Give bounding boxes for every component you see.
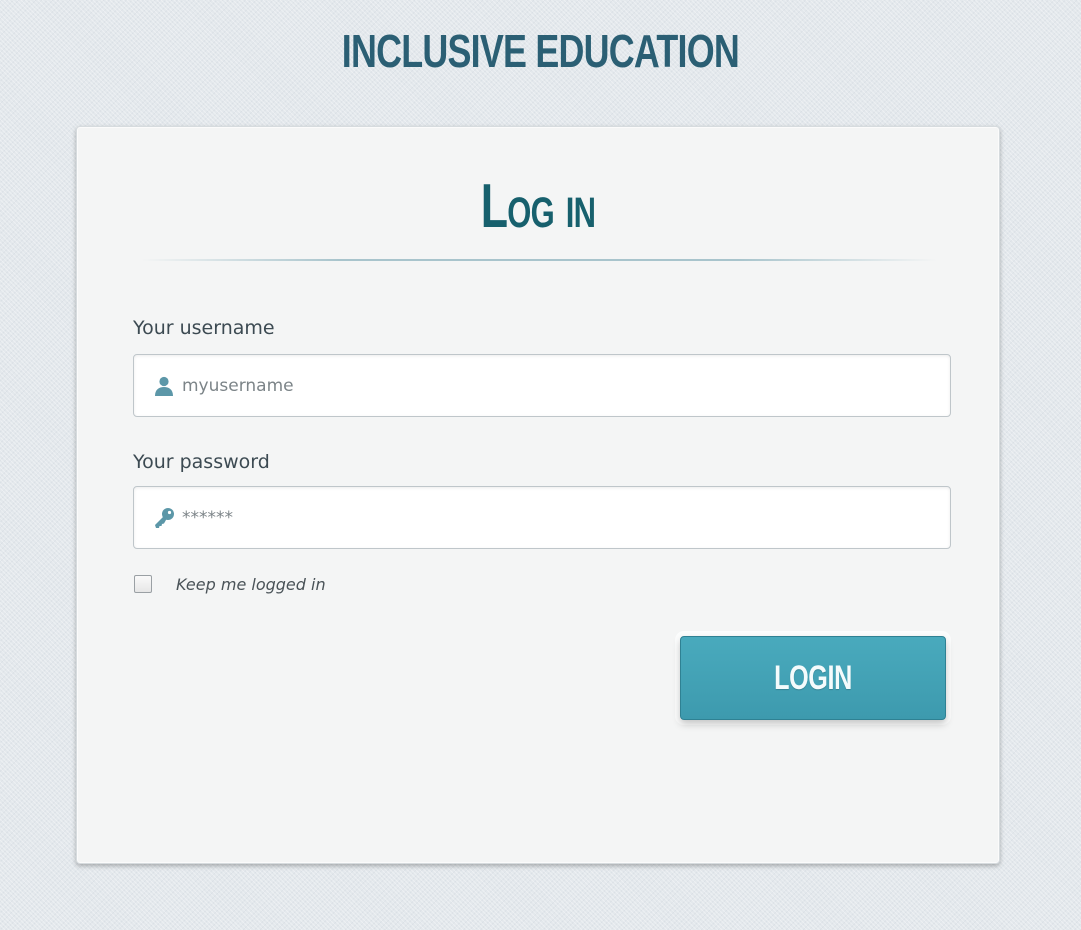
username-field[interactable] bbox=[133, 354, 951, 417]
username-label: Your username bbox=[133, 317, 275, 339]
heading-divider bbox=[141, 259, 937, 261]
site-title: INCLUSIVE EDUCATION bbox=[341, 25, 740, 77]
username-input[interactable] bbox=[182, 355, 922, 416]
keep-logged-in-checkbox[interactable] bbox=[134, 575, 152, 593]
login-card: Log in Your username Your password Keep … bbox=[76, 126, 1000, 864]
keep-logged-in-label[interactable]: Keep me logged in bbox=[176, 575, 326, 595]
login-button[interactable]: LOGIN bbox=[680, 636, 946, 720]
login-button-label: LOGIN bbox=[774, 659, 852, 697]
password-label: Your password bbox=[133, 451, 270, 473]
login-heading: Log in bbox=[480, 172, 596, 241]
password-field[interactable] bbox=[133, 486, 951, 549]
password-input[interactable] bbox=[182, 487, 922, 548]
user-icon bbox=[155, 376, 173, 396]
key-icon bbox=[155, 508, 174, 528]
